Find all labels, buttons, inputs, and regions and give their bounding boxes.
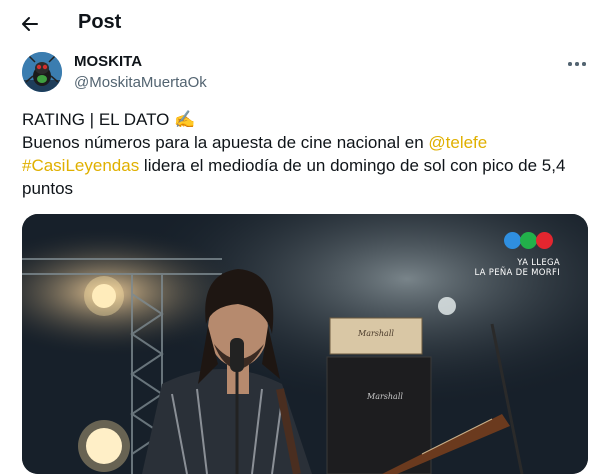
back-button[interactable] [14, 8, 46, 40]
amp-brand-label: Marshall [358, 329, 394, 338]
tweet-text: RATING | EL DATO ✍️ Buenos números para … [22, 108, 582, 200]
avatar[interactable] [22, 52, 62, 92]
logo-dot-blue [504, 232, 521, 249]
arrow-left-icon [22, 17, 38, 31]
hashtag-link[interactable]: #CasiLeyendas [22, 156, 139, 175]
page-title: Post [78, 11, 122, 33]
media-image[interactable]: Marshall Marshall YA LLEGA LA PEÑA DE MO… [22, 214, 588, 474]
logo-dot-green [520, 232, 537, 249]
author-handle[interactable]: @MoskitaMuertaOk [74, 74, 207, 91]
logo-dot-red [536, 232, 553, 249]
author-name[interactable]: MOSKITA [74, 53, 142, 70]
telefe-logo-icon [504, 232, 554, 249]
tweet-line: Buenos números para la apuesta de cine n… [22, 131, 582, 154]
more-dot [575, 62, 579, 66]
promo-line: LA PEÑA DE MORFI [474, 268, 560, 278]
promo-overlay: YA LLEGA LA PEÑA DE MORFI [474, 258, 560, 278]
tweet-text-segment: Buenos números para la apuesta de cine n… [22, 133, 429, 152]
tweet-line: #CasiLeyendas lidera el mediodía de un d… [22, 154, 582, 177]
tweet-line: RATING | EL DATO ✍️ [22, 110, 196, 129]
amp-brand-label: Marshall [367, 392, 403, 401]
post-header: Post [0, 0, 600, 46]
mosquito-avatar-icon [22, 52, 62, 92]
promo-line: YA LLEGA [517, 258, 560, 268]
concert-scene-image [22, 214, 588, 474]
mention-link[interactable]: @telefe [428, 133, 487, 152]
tweet-text-segment: lidera el mediodía de un domingo de sol … [139, 156, 566, 175]
more-dot [582, 62, 586, 66]
more-button[interactable] [566, 56, 588, 72]
tweet-line: puntos [22, 179, 74, 198]
more-horizontal-icon [568, 62, 572, 66]
